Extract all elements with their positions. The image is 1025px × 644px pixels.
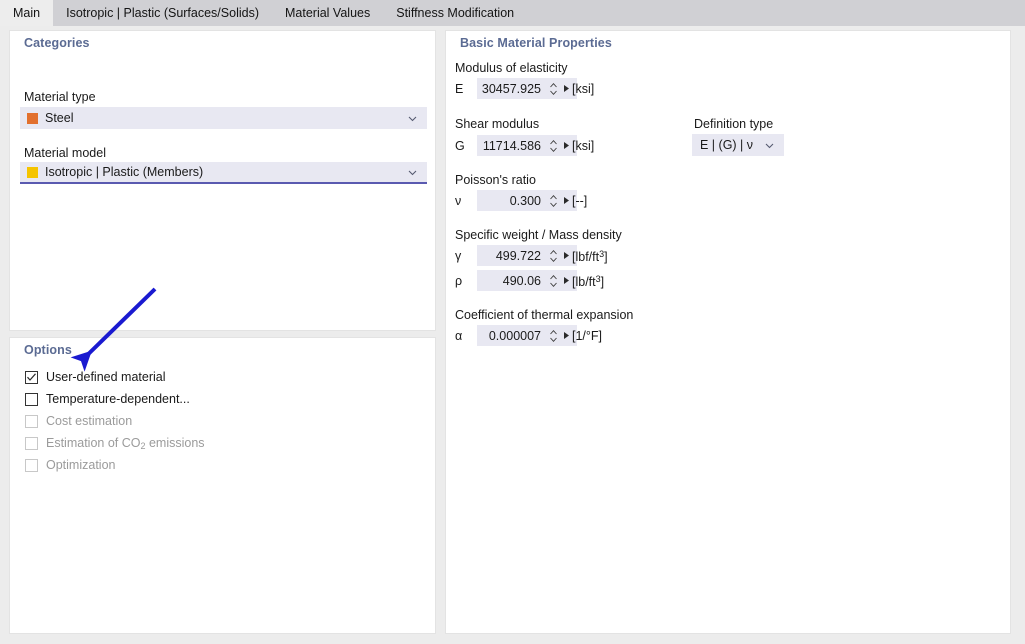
options-panel: Options User-defined material Temperatur… (9, 337, 436, 634)
material-type-value: Steel (45, 111, 407, 125)
specific-weight-value: 499.722 (477, 249, 549, 263)
modulus-of-elasticity-value: 30457.925 (477, 82, 549, 96)
basic-material-properties-panel: Basic Material Properties Modulus of ela… (445, 30, 1011, 634)
chevron-down-icon (407, 167, 418, 178)
option-label-user-defined-material: User-defined material (46, 370, 166, 384)
modulus-of-elasticity-label: Modulus of elasticity (455, 61, 568, 75)
definition-type-combobox[interactable]: E | (G) | ν (692, 134, 784, 156)
basic-properties-panel-title: Basic Material Properties (460, 36, 612, 50)
material-model-value: Isotropic | Plastic (Members) (45, 165, 407, 179)
tab-strip: Main Isotropic | Plastic (Surfaces/Solid… (0, 0, 1025, 26)
poissons-ratio-value: 0.300 (477, 194, 549, 208)
shear-modulus-value: 11714.586 (477, 139, 549, 153)
poissons-ratio-input[interactable]: 0.300 (477, 190, 577, 211)
coefficient-thermal-expansion-unit: [1/°F] (572, 329, 602, 343)
modulus-of-elasticity-input[interactable]: 30457.925 (477, 78, 577, 99)
spinner-play-icon[interactable] (562, 275, 571, 286)
material-type-color-swatch (27, 113, 38, 124)
options-panel-title: Options (24, 343, 72, 357)
tab-material-values[interactable]: Material Values (272, 0, 383, 26)
spinner-play-icon[interactable] (562, 195, 571, 206)
spinner-play-icon[interactable] (562, 83, 571, 94)
coefficient-thermal-expansion-value: 0.000007 (477, 329, 549, 343)
spinner-arrows-icon[interactable] (549, 81, 558, 97)
mass-density-value: 490.06 (477, 274, 549, 288)
material-type-combobox[interactable]: Steel (20, 107, 427, 129)
specific-weight-mass-density-label: Specific weight / Mass density (455, 228, 622, 242)
option-temperature-dependent[interactable]: Temperature-dependent... (25, 391, 190, 407)
specific-weight-input[interactable]: 499.722 (477, 245, 577, 266)
coefficient-thermal-expansion-label: Coefficient of thermal expansion (455, 308, 633, 322)
material-model-color-swatch (27, 167, 38, 178)
symbol-rho: ρ (455, 274, 473, 288)
symbol-gamma: γ (455, 249, 473, 263)
categories-panel: Categories Material type Steel Material … (9, 30, 436, 331)
mass-density-unit: [lb/ft3] (572, 274, 604, 289)
spinner-arrows-icon[interactable] (549, 273, 558, 289)
checkbox-optimization (25, 459, 38, 472)
categories-panel-title: Categories (24, 36, 90, 50)
spinner-arrows-icon[interactable] (549, 193, 558, 209)
symbol-E: E (455, 82, 473, 96)
option-user-defined-material[interactable]: User-defined material (25, 369, 166, 385)
tab-isotropic-plastic-surfaces-solids[interactable]: Isotropic | Plastic (Surfaces/Solids) (53, 0, 272, 26)
material-model-label: Material model (24, 146, 106, 160)
symbol-nu: ν (455, 194, 473, 208)
spinner-arrows-icon[interactable] (549, 248, 558, 264)
poissons-ratio-unit: [--] (572, 194, 587, 208)
tab-strip-filler (527, 0, 1025, 26)
option-label-estimation-co2-emissions: Estimation of CO2 emissions (46, 436, 205, 451)
shear-modulus-label: Shear modulus (455, 117, 539, 131)
material-type-label: Material type (24, 90, 96, 104)
checkbox-temperature-dependent[interactable] (25, 393, 38, 406)
symbol-G: G (455, 139, 473, 153)
shear-modulus-unit: [ksi] (572, 139, 594, 153)
option-cost-estimation: Cost estimation (25, 413, 132, 429)
chevron-down-icon (764, 140, 775, 151)
poissons-ratio-label: Poisson's ratio (455, 173, 536, 187)
mass-density-input[interactable]: 490.06 (477, 270, 577, 291)
symbol-alpha: α (455, 329, 473, 343)
spinner-play-icon[interactable] (562, 330, 571, 341)
material-model-combobox[interactable]: Isotropic | Plastic (Members) (20, 162, 427, 184)
option-optimization: Optimization (25, 457, 115, 473)
checkbox-estimation-co2-emissions (25, 437, 38, 450)
chevron-down-icon (407, 113, 418, 124)
check-icon (26, 372, 37, 383)
spinner-arrows-icon[interactable] (549, 138, 558, 154)
option-label-optimization: Optimization (46, 458, 115, 472)
option-estimation-co2-emissions: Estimation of CO2 emissions (25, 435, 205, 451)
tab-stiffness-modification[interactable]: Stiffness Modification (383, 0, 527, 26)
checkbox-cost-estimation (25, 415, 38, 428)
coefficient-thermal-expansion-input[interactable]: 0.000007 (477, 325, 577, 346)
specific-weight-unit: [lbf/ft3] (572, 249, 608, 264)
modulus-of-elasticity-unit: [ksi] (572, 82, 594, 96)
option-label-temperature-dependent: Temperature-dependent... (46, 392, 190, 406)
definition-type-value: E | (G) | ν (700, 138, 764, 152)
spinner-play-icon[interactable] (562, 250, 571, 261)
checkbox-user-defined-material[interactable] (25, 371, 38, 384)
option-label-cost-estimation: Cost estimation (46, 414, 132, 428)
spinner-play-icon[interactable] (562, 140, 571, 151)
tab-main[interactable]: Main (0, 0, 53, 26)
shear-modulus-input[interactable]: 11714.586 (477, 135, 577, 156)
spinner-arrows-icon[interactable] (549, 328, 558, 344)
definition-type-label: Definition type (694, 117, 773, 131)
